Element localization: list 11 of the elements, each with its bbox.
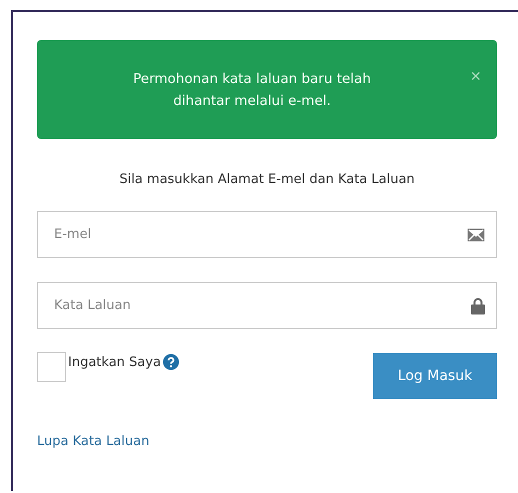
instruction-text: Sila masukkan Alamat E-mel dan Kata Laluan — [118, 172, 416, 187]
remember-label: Ingatkan Saya — [68, 354, 161, 370]
input-field[interactable]: E-mel — [37, 211, 497, 258]
remember-checkbox[interactable] — [37, 352, 66, 382]
input-field[interactable]: Kata Laluan — [37, 282, 497, 329]
help-icon[interactable] — [162, 354, 179, 370]
alert-message: Permohonan kata laluan baru telah dihantar melalui e-mel. — [132, 70, 372, 110]
close-button[interactable]: × — [470, 66, 481, 87]
lock-icon — [471, 297, 485, 314]
forgot-password-link[interactable]: Lupa Kata Laluan — [37, 434, 150, 449]
login-button[interactable]: Log Masuk — [373, 353, 497, 399]
